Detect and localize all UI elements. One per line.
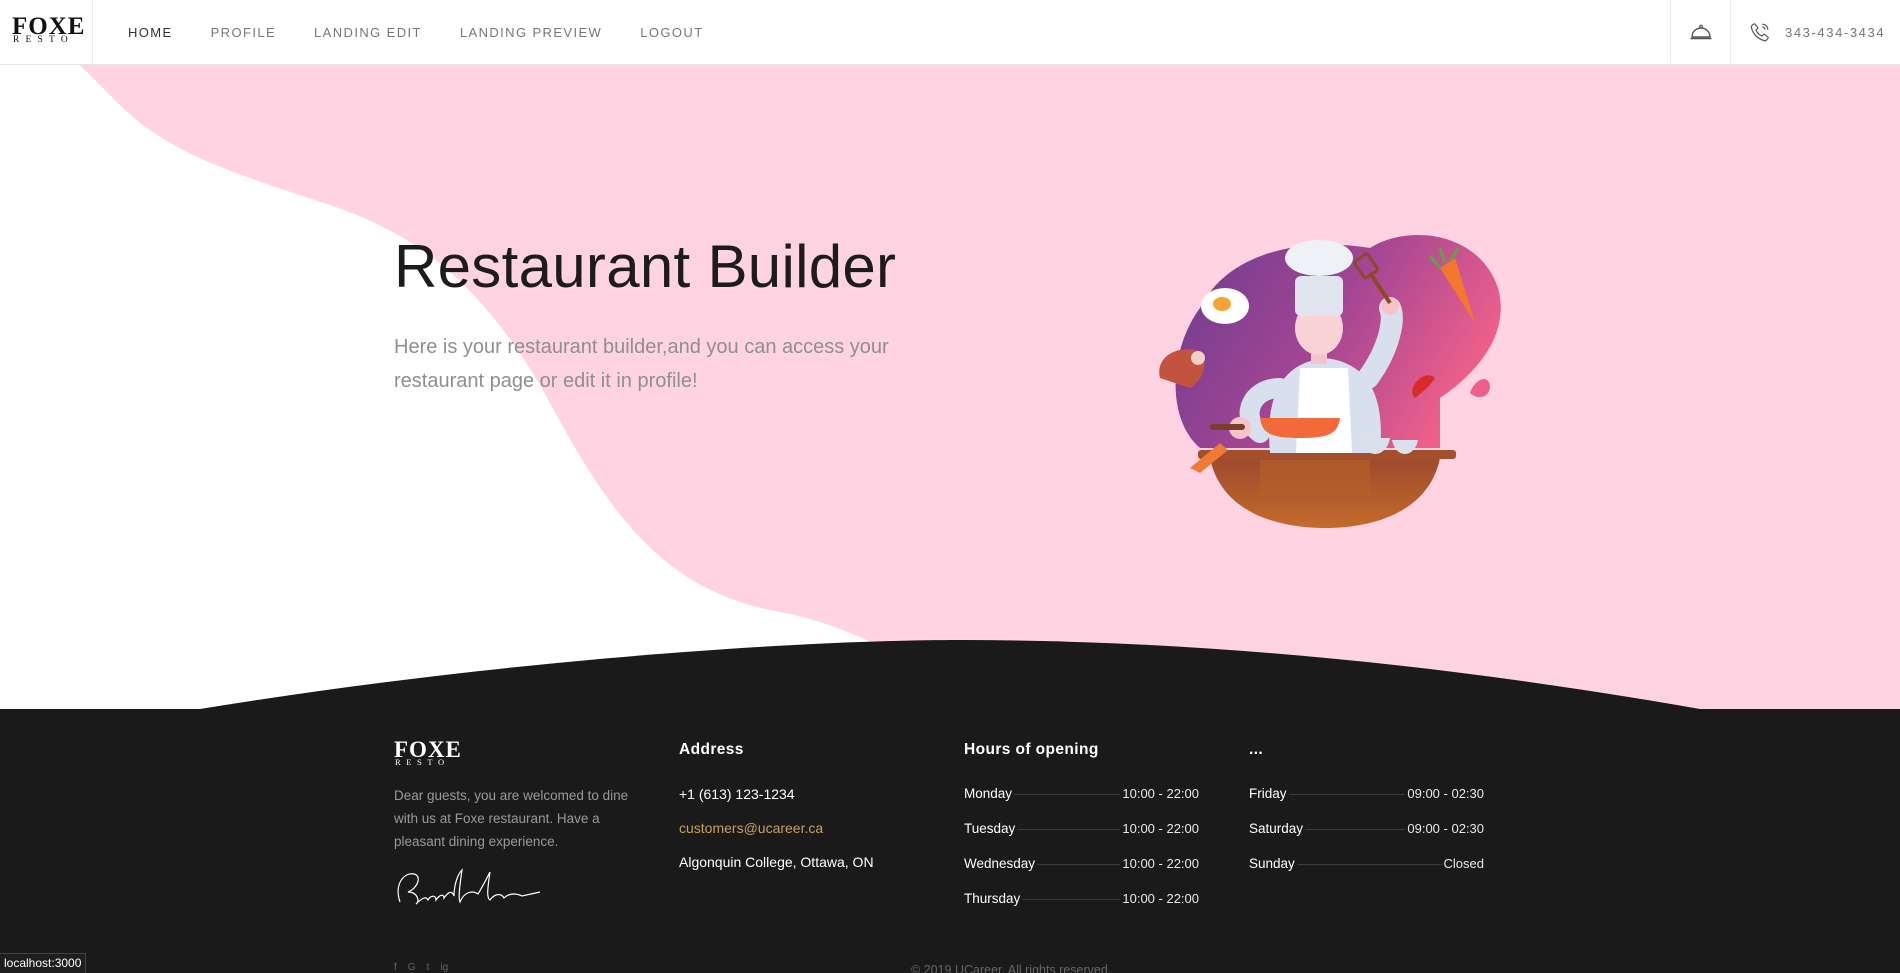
hours-title: Hours of opening (964, 741, 1099, 758)
hours-row: Monday 10:00 - 22:00 (964, 786, 1199, 806)
hero-background (80, 65, 1900, 725)
browser-status-url: localhost:3000 (0, 953, 87, 973)
hours-time: 10:00 - 22:00 (1122, 891, 1199, 906)
footer-email[interactable]: customers@ucareer.ca (679, 820, 823, 836)
hours-row: Wednesday 10:00 - 22:00 (964, 856, 1199, 876)
hours-row: Sunday Closed (1249, 856, 1484, 876)
brand-logo[interactable]: FOXE RESTO (0, 0, 93, 64)
brand-subtitle: RESTO (13, 35, 74, 45)
hours-row: Friday 09:00 - 02:30 (1249, 786, 1484, 806)
header-actions: 343-434-3434 (1670, 0, 1900, 64)
instagram-icon[interactable]: ig (440, 962, 448, 973)
footer-location: Algonquin College, Ottawa, ON (679, 854, 874, 870)
footer-brand-subtitle: RESTO (395, 757, 450, 767)
chef-illustration (1159, 235, 1501, 528)
hours-day: Wednesday (964, 856, 1036, 871)
hours-day: Tuesday (964, 821, 1016, 836)
hours-day: Thursday (964, 891, 1021, 906)
twitter-icon[interactable]: t (427, 962, 430, 973)
hours-day: Friday (1249, 786, 1287, 801)
footer-about: Dear guests, you are welcomed to dine wi… (394, 788, 629, 849)
social-links: f G t ig (394, 962, 448, 973)
hours-time: 09:00 - 02:30 (1407, 786, 1484, 801)
hero-description: Here is your restaurant builder,and you … (394, 336, 889, 392)
nav-logout[interactable]: LOGOUT (640, 25, 703, 40)
footer-phone[interactable]: +1 (613) 123-1234 (679, 786, 795, 802)
address-title: Address (679, 741, 744, 758)
main-nav: HOME PROFILE LANDING EDIT LANDING PREVIE… (109, 0, 723, 64)
phone-number: 343-434-3434 (1785, 24, 1886, 40)
phone-contact[interactable]: 343-434-3434 (1730, 0, 1900, 64)
site-footer: FOXE RESTO Dear guests, you are welcomed… (0, 709, 1900, 973)
hours-time: 10:00 - 22:00 (1122, 856, 1199, 871)
nav-landing-edit[interactable]: LANDING EDIT (314, 25, 422, 40)
hours-time: 10:00 - 22:00 (1122, 821, 1199, 836)
nav-landing-preview[interactable]: LANDING PREVIEW (460, 25, 602, 40)
signature-image (397, 868, 541, 905)
cart-button[interactable] (1670, 0, 1730, 64)
hours-time: 10:00 - 22:00 (1122, 786, 1199, 801)
google-icon[interactable]: G (408, 962, 416, 973)
nav-home[interactable]: HOME (128, 25, 173, 40)
phone-icon (1750, 23, 1769, 42)
hero-title: Restaurant Builder (394, 233, 897, 300)
cloche-icon (1690, 24, 1711, 40)
facebook-icon[interactable]: f (394, 962, 397, 973)
hours-row: Saturday 09:00 - 02:30 (1249, 821, 1484, 841)
hours-day: Saturday (1249, 821, 1304, 836)
copyright: © 2019 UCareer. All rights reserved. (911, 963, 1112, 973)
hours-day: Monday (964, 786, 1013, 801)
hours-row: Thursday 10:00 - 22:00 (964, 891, 1199, 911)
hours-time: Closed (1443, 856, 1484, 871)
nav-profile[interactable]: PROFILE (211, 25, 276, 40)
hours-day: Sunday (1249, 856, 1295, 871)
hours-time: 09:00 - 02:30 (1407, 821, 1484, 836)
hours-row: Tuesday 10:00 - 22:00 (964, 821, 1199, 841)
hours-title-continued: ... (1249, 741, 1264, 758)
site-header: FOXE RESTO HOME PROFILE LANDING EDIT LAN… (0, 0, 1900, 65)
